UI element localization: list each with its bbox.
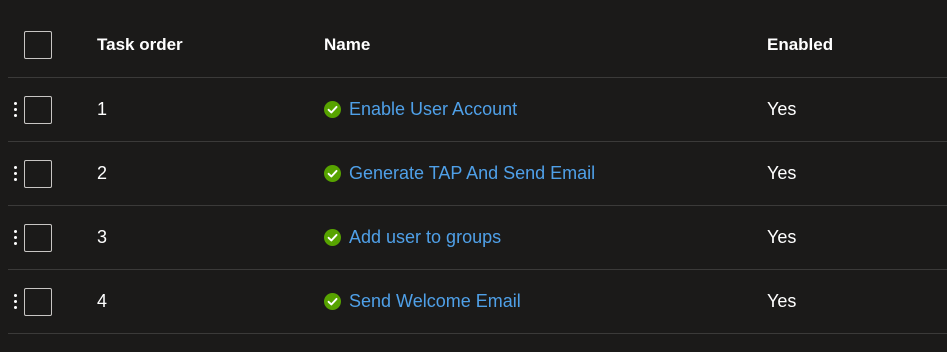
task-name-cell: Generate TAP And Send Email: [324, 142, 595, 205]
table-row[interactable]: 4 Send Welcome Email Yes: [8, 270, 947, 334]
row-checkbox[interactable]: [24, 95, 52, 124]
enabled-cell: Yes: [767, 163, 797, 183]
task-order-cell: 4: [97, 291, 108, 311]
drag-handle-icon[interactable]: [8, 206, 22, 269]
drag-handle-icon[interactable]: [8, 270, 22, 333]
task-name-cell: Send Welcome Email: [324, 270, 521, 333]
task-order-cell: 3: [97, 227, 108, 247]
column-header-task-order[interactable]: Task order: [97, 12, 183, 77]
column-header-name[interactable]: Name: [324, 12, 370, 77]
row-checkbox[interactable]: [24, 223, 52, 252]
check-circle-icon: [324, 101, 341, 118]
task-order-cell: 2: [97, 163, 108, 183]
table-row[interactable]: 2 Generate TAP And Send Email Yes: [8, 142, 947, 206]
row-checkbox[interactable]: [24, 287, 52, 316]
table-header-row: Task order Name Enabled: [8, 12, 947, 78]
row-checkbox[interactable]: [24, 159, 52, 188]
drag-handle-icon[interactable]: [8, 142, 22, 205]
check-circle-icon: [324, 229, 341, 246]
task-name-cell: Add user to groups: [324, 206, 501, 269]
row-select-cell: [24, 142, 52, 205]
task-name-link[interactable]: Generate TAP And Send Email: [349, 163, 595, 184]
drag-handle-icon[interactable]: [8, 78, 22, 141]
row-select-cell: [24, 78, 52, 141]
task-table: Task order Name Enabled 1 Enable User Ac…: [8, 12, 947, 334]
enabled-cell: Yes: [767, 99, 797, 119]
table-row[interactable]: 1 Enable User Account Yes: [8, 78, 947, 142]
select-all-cell: [24, 12, 52, 77]
enabled-cell: Yes: [767, 291, 797, 311]
row-select-cell: [24, 206, 52, 269]
check-circle-icon: [324, 293, 341, 310]
row-select-cell: [24, 270, 52, 333]
task-name-link[interactable]: Send Welcome Email: [349, 291, 521, 312]
enabled-cell: Yes: [767, 227, 797, 247]
table-row[interactable]: 3 Add user to groups Yes: [8, 206, 947, 270]
task-name-cell: Enable User Account: [324, 78, 517, 141]
task-order-cell: 1: [97, 99, 108, 119]
column-header-enabled[interactable]: Enabled: [767, 12, 833, 77]
check-circle-icon: [324, 165, 341, 182]
task-name-link[interactable]: Add user to groups: [349, 227, 501, 248]
select-all-checkbox[interactable]: [24, 30, 52, 59]
task-name-link[interactable]: Enable User Account: [349, 99, 517, 120]
